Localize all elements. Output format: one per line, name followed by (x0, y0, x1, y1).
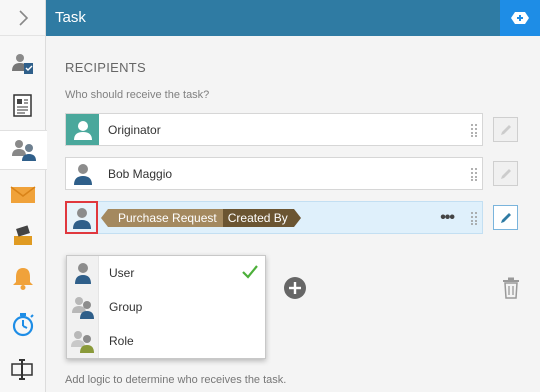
rail-item-assignee[interactable] (0, 44, 46, 84)
user-avatar-icon (72, 207, 91, 229)
trash-icon[interactable] (502, 277, 520, 299)
footer-hint: Add logic to determine who receives the … (65, 374, 287, 386)
left-rail (0, 0, 47, 392)
drag-handle-icon[interactable] (470, 123, 478, 137)
rail-item-deadlines[interactable] (0, 305, 46, 345)
add-plus-icon (511, 12, 529, 24)
edit-button-active[interactable] (493, 205, 518, 230)
menu-item-role[interactable]: Role (67, 324, 265, 358)
reference-tag-name: Purchase Request (101, 208, 223, 227)
edit-button[interactable] (493, 117, 518, 142)
rail-item-recipients[interactable] (0, 130, 47, 170)
menu-item-user[interactable]: User (67, 256, 265, 290)
eraser-icon (14, 225, 32, 245)
collapse-toggle[interactable] (0, 0, 45, 36)
role-icon (70, 331, 94, 353)
user-icon (74, 263, 91, 284)
section-title: RECIPIENTS (65, 60, 147, 75)
user-check-icon (12, 54, 33, 74)
menu-item-group[interactable]: Group (67, 290, 265, 324)
form-icon (13, 94, 32, 117)
user-avatar-icon (66, 158, 99, 189)
more-options-button[interactable]: ••• (440, 209, 455, 227)
rail-item-form[interactable] (0, 86, 46, 126)
recipient-row-originator[interactable]: Originator (65, 113, 483, 146)
panel-header: Task (46, 0, 540, 36)
recipient-type-menu: User Group Role (66, 255, 266, 359)
menu-item-label: Role (109, 334, 134, 348)
reference-tag-field: Created By (222, 208, 301, 227)
recipients-icon (11, 140, 36, 161)
group-icon (71, 297, 94, 319)
rail-item-actions[interactable] (0, 215, 46, 255)
pencil-icon (500, 212, 511, 223)
envelope-icon (10, 186, 36, 203)
rail-item-properties[interactable] (0, 350, 46, 390)
checkmark-icon (242, 265, 258, 279)
recipient-row-selected[interactable]: Purchase Request Created By ••• (65, 201, 483, 234)
bell-icon (13, 268, 33, 290)
menu-item-label: User (109, 266, 135, 280)
chevron-right-icon (18, 9, 28, 26)
pencil-icon (500, 168, 511, 179)
text-field-icon (11, 359, 33, 380)
recipient-label: Originator (108, 122, 161, 137)
recipient-row-user[interactable]: Bob Maggio (65, 157, 483, 190)
section-subtitle: Who should receive the task? (65, 89, 210, 101)
drag-handle-icon[interactable] (470, 211, 478, 225)
menu-item-label: Group (109, 300, 143, 314)
edit-button[interactable] (493, 161, 518, 186)
rail-item-email[interactable] (0, 175, 46, 215)
panel-title: Task (55, 9, 86, 26)
originator-avatar-icon (66, 114, 99, 145)
recipient-label: Bob Maggio (108, 166, 173, 181)
rail-item-notifications[interactable] (0, 258, 46, 298)
add-button[interactable] (500, 0, 540, 36)
add-recipient-icon[interactable] (283, 276, 307, 300)
drag-handle-icon[interactable] (470, 167, 478, 181)
recipient-type-button[interactable] (65, 201, 98, 234)
pencil-icon (500, 124, 511, 135)
reference-tag[interactable]: Purchase Request Created By (101, 208, 301, 227)
stopwatch-icon (12, 313, 34, 337)
